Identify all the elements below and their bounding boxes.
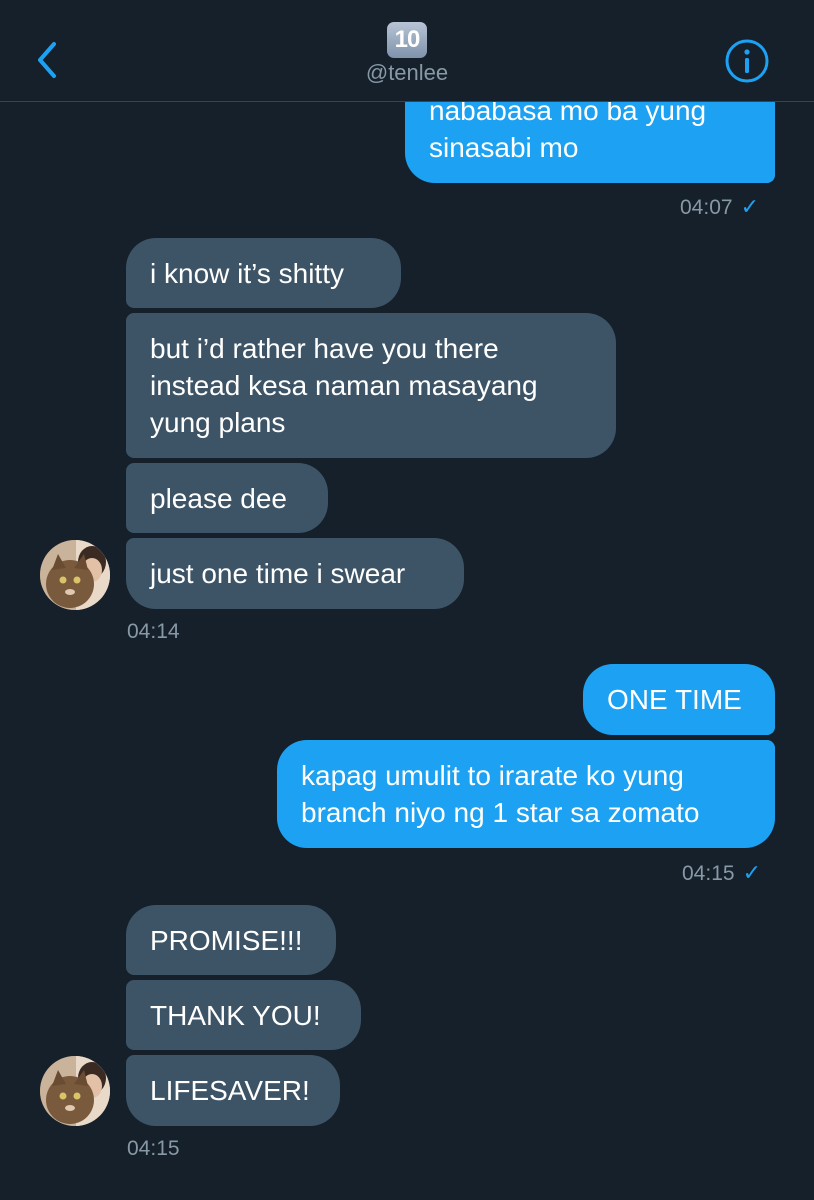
timestamp-text: 04:15: [127, 1137, 180, 1160]
keycap-ten-emoji: 10: [387, 22, 427, 58]
conversation-title[interactable]: 10 @tenlee: [0, 22, 814, 86]
message-text: LIFESAVER!: [150, 1075, 310, 1106]
message-bubble-received[interactable]: please dee: [126, 463, 328, 533]
conversation-header: 10 @tenlee: [0, 0, 814, 102]
message-timestamp: 04:15: [127, 1137, 180, 1161]
avatar[interactable]: [40, 540, 110, 610]
message-bubble-received[interactable]: but i’d rather have you there instead ke…: [126, 313, 616, 458]
message-timestamp: 04:14: [127, 620, 180, 644]
message-text: nababasa mo ba yung sinasabi mo: [429, 95, 707, 163]
avatar-cat-photo-icon: [40, 540, 110, 610]
message-timestamp: 04:15 ✓: [682, 860, 761, 886]
message-thread: nababasa mo ba yung sinasabi mo 04:07 ✓ i…: [0, 0, 814, 1200]
message-text: ONE TIME: [607, 684, 742, 715]
avatar[interactable]: [40, 1056, 110, 1126]
message-text: i know it’s shitty: [150, 257, 344, 289]
message-bubble-received[interactable]: i know it’s shitty: [126, 238, 401, 308]
message-text: please dee: [150, 482, 288, 514]
read-check-icon: ✓: [742, 860, 761, 885]
read-check-icon: ✓: [740, 194, 759, 219]
message-text: kapag umulit to irarate ko yung branch n…: [301, 760, 700, 828]
message-bubble-received[interactable]: LIFESAVER!: [126, 1055, 340, 1126]
conversation-info-button[interactable]: [724, 38, 770, 84]
message-bubble-received[interactable]: PROMISE!!!: [126, 905, 336, 975]
message-text: THANK YOU!: [150, 999, 321, 1031]
message-bubble-received[interactable]: just one time i swear: [126, 538, 464, 609]
message-text: but i’d rather have you there instead ke…: [150, 333, 538, 438]
timestamp-text: 04:07: [680, 196, 733, 219]
message-bubble-received[interactable]: THANK YOU!: [126, 980, 361, 1050]
info-icon: [725, 39, 769, 83]
message-text: just one time i swear: [150, 558, 406, 589]
message-bubble-sent[interactable]: ONE TIME: [583, 664, 775, 735]
message-timestamp: 04:07 ✓: [680, 194, 759, 220]
message-bubble-sent[interactable]: kapag umulit to irarate ko yung branch n…: [277, 740, 775, 848]
timestamp-text: 04:14: [127, 620, 180, 643]
user-handle: @tenlee: [365, 60, 449, 85]
avatar-cat-photo-icon: [40, 1056, 110, 1126]
message-text: PROMISE!!!: [150, 924, 303, 956]
timestamp-text: 04:15: [682, 862, 735, 885]
